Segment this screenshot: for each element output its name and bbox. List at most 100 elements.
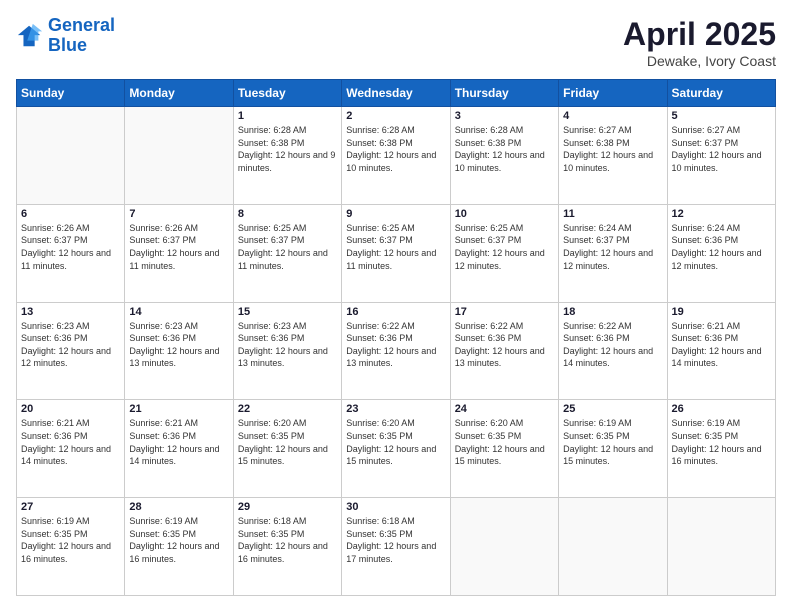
day-info: Sunrise: 6:21 AM Sunset: 6:36 PM Dayligh…	[672, 320, 771, 370]
calendar-cell: 9 Sunrise: 6:25 AM Sunset: 6:37 PM Daylig…	[342, 204, 450, 302]
day-number: 19	[672, 306, 771, 318]
calendar-header-wednesday: Wednesday	[342, 80, 450, 107]
day-info: Sunrise: 6:27 AM Sunset: 6:38 PM Dayligh…	[563, 124, 662, 174]
calendar-cell: 3Sunrise: 6:28 AM Sunset: 6:38 PM Daylig…	[450, 107, 558, 205]
calendar-header-thursday: Thursday	[450, 80, 558, 107]
header: General Blue April 2025 Dewake, Ivory Co…	[16, 16, 776, 69]
day-info: Sunrise: 6:20 AM Sunset: 6:35 PM Dayligh…	[238, 417, 337, 467]
day-number: 12	[672, 208, 771, 220]
day-info: Sunrise: 6:23 AM Sunset: 6:36 PM Dayligh…	[129, 320, 228, 370]
calendar-cell: 30Sunrise: 6:18 AM Sunset: 6:35 PM Dayli…	[342, 498, 450, 596]
calendar-cell: 17 Sunrise: 6:22 AM Sunset: 6:36 PM Dayli…	[450, 302, 558, 400]
calendar-cell: 29 Sunrise: 6:18 AM Sunset: 6:35 PM Dayli…	[233, 498, 341, 596]
calendar-cell: 21 Sunrise: 6:21 AM Sunset: 6:36 PM Dayli…	[125, 400, 233, 498]
day-info: Sunrise: 6:19 AM Sunset: 6:35 PM Dayligh…	[672, 417, 771, 467]
day-info: Sunrise: 6:22 AM Sunset: 6:36 PM Dayligh…	[455, 320, 554, 370]
logo-text: General Blue	[48, 16, 115, 56]
day-number: 11	[563, 208, 662, 220]
subtitle: Dewake, Ivory Coast	[623, 53, 776, 69]
day-number: 16	[346, 306, 445, 318]
day-number: 14	[129, 306, 228, 318]
day-info: Sunrise: 6:19 AM Sunset: 6:35 PM Dayligh…	[21, 515, 120, 565]
logo-icon	[16, 22, 44, 50]
day-number: 21	[129, 403, 228, 415]
day-info: Sunrise: 6:27 AM Sunset: 6:37 PM Dayligh…	[672, 124, 771, 174]
day-info: Sunrise: 6:23 AM Sunset: 6:36 PM Dayligh…	[21, 320, 120, 370]
calendar-cell: 26Sunrise: 6:19 AM Sunset: 6:35 PM Dayli…	[667, 400, 775, 498]
week-row-3: 20 Sunrise: 6:21 AM Sunset: 6:36 PM Dayli…	[17, 400, 776, 498]
day-number: 9	[346, 208, 445, 220]
day-number: 15	[238, 306, 337, 318]
day-info: Sunrise: 6:26 AM Sunset: 6:37 PM Dayligh…	[129, 222, 228, 272]
day-number: 1	[238, 110, 337, 122]
day-number: 3	[455, 110, 554, 122]
calendar-cell: 24 Sunrise: 6:20 AM Sunset: 6:35 PM Dayli…	[450, 400, 558, 498]
week-row-2: 13 Sunrise: 6:23 AM Sunset: 6:36 PM Dayli…	[17, 302, 776, 400]
day-info: Sunrise: 6:19 AM Sunset: 6:35 PM Dayligh…	[563, 417, 662, 467]
day-number: 7	[129, 208, 228, 220]
day-info: Sunrise: 6:25 AM Sunset: 6:37 PM Dayligh…	[455, 222, 554, 272]
day-info: Sunrise: 6:25 AM Sunset: 6:37 PM Dayligh…	[238, 222, 337, 272]
calendar-cell: 14 Sunrise: 6:23 AM Sunset: 6:36 PM Dayli…	[125, 302, 233, 400]
calendar-cell: 8 Sunrise: 6:25 AM Sunset: 6:37 PM Daylig…	[233, 204, 341, 302]
day-number: 4	[563, 110, 662, 122]
logo: General Blue	[16, 16, 115, 56]
calendar-header-tuesday: Tuesday	[233, 80, 341, 107]
calendar-cell: 27Sunrise: 6:19 AM Sunset: 6:35 PM Dayli…	[17, 498, 125, 596]
calendar-cell: 28 Sunrise: 6:19 AM Sunset: 6:35 PM Dayli…	[125, 498, 233, 596]
calendar-table: SundayMondayTuesdayWednesdayThursdayFrid…	[16, 79, 776, 596]
day-info: Sunrise: 6:25 AM Sunset: 6:37 PM Dayligh…	[346, 222, 445, 272]
day-info: Sunrise: 6:23 AM Sunset: 6:36 PM Dayligh…	[238, 320, 337, 370]
calendar-cell: 7 Sunrise: 6:26 AM Sunset: 6:37 PM Daylig…	[125, 204, 233, 302]
week-row-0: 1Sunrise: 6:28 AM Sunset: 6:38 PM Daylig…	[17, 107, 776, 205]
day-info: Sunrise: 6:21 AM Sunset: 6:36 PM Dayligh…	[21, 417, 120, 467]
day-number: 5	[672, 110, 771, 122]
day-number: 18	[563, 306, 662, 318]
day-number: 24	[455, 403, 554, 415]
calendar-cell: 11 Sunrise: 6:24 AM Sunset: 6:37 PM Dayli…	[559, 204, 667, 302]
day-number: 17	[455, 306, 554, 318]
calendar-cell: 25 Sunrise: 6:19 AM Sunset: 6:35 PM Dayli…	[559, 400, 667, 498]
calendar-cell	[17, 107, 125, 205]
day-number: 25	[563, 403, 662, 415]
logo-line1: General	[48, 15, 115, 35]
calendar-cell: 23Sunrise: 6:20 AM Sunset: 6:35 PM Dayli…	[342, 400, 450, 498]
day-number: 22	[238, 403, 337, 415]
calendar-cell	[667, 498, 775, 596]
calendar-cell: 10Sunrise: 6:25 AM Sunset: 6:37 PM Dayli…	[450, 204, 558, 302]
calendar-cell: 6 Sunrise: 6:26 AM Sunset: 6:37 PM Daylig…	[17, 204, 125, 302]
day-number: 6	[21, 208, 120, 220]
day-info: Sunrise: 6:22 AM Sunset: 6:36 PM Dayligh…	[563, 320, 662, 370]
calendar-header-saturday: Saturday	[667, 80, 775, 107]
day-info: Sunrise: 6:20 AM Sunset: 6:35 PM Dayligh…	[455, 417, 554, 467]
day-number: 28	[129, 501, 228, 513]
calendar-cell	[559, 498, 667, 596]
calendar-cell: 15 Sunrise: 6:23 AM Sunset: 6:36 PM Dayli…	[233, 302, 341, 400]
calendar-header-sunday: Sunday	[17, 80, 125, 107]
calendar-cell: 5 Sunrise: 6:27 AM Sunset: 6:37 PM Daylig…	[667, 107, 775, 205]
calendar-cell: 16Sunrise: 6:22 AM Sunset: 6:36 PM Dayli…	[342, 302, 450, 400]
title-block: April 2025 Dewake, Ivory Coast	[623, 16, 776, 69]
day-info: Sunrise: 6:24 AM Sunset: 6:36 PM Dayligh…	[672, 222, 771, 272]
day-info: Sunrise: 6:21 AM Sunset: 6:36 PM Dayligh…	[129, 417, 228, 467]
calendar-header-friday: Friday	[559, 80, 667, 107]
day-number: 23	[346, 403, 445, 415]
calendar-cell: 19 Sunrise: 6:21 AM Sunset: 6:36 PM Dayli…	[667, 302, 775, 400]
calendar-cell: 12 Sunrise: 6:24 AM Sunset: 6:36 PM Dayli…	[667, 204, 775, 302]
day-number: 29	[238, 501, 337, 513]
week-row-4: 27Sunrise: 6:19 AM Sunset: 6:35 PM Dayli…	[17, 498, 776, 596]
day-info: Sunrise: 6:18 AM Sunset: 6:35 PM Dayligh…	[238, 515, 337, 565]
day-number: 8	[238, 208, 337, 220]
day-number: 20	[21, 403, 120, 415]
calendar-cell: 18 Sunrise: 6:22 AM Sunset: 6:36 PM Dayli…	[559, 302, 667, 400]
day-info: Sunrise: 6:19 AM Sunset: 6:35 PM Dayligh…	[129, 515, 228, 565]
calendar-cell	[450, 498, 558, 596]
day-info: Sunrise: 6:24 AM Sunset: 6:37 PM Dayligh…	[563, 222, 662, 272]
calendar-header-monday: Monday	[125, 80, 233, 107]
calendar-cell: 22 Sunrise: 6:20 AM Sunset: 6:35 PM Dayli…	[233, 400, 341, 498]
calendar-header-row: SundayMondayTuesdayWednesdayThursdayFrid…	[17, 80, 776, 107]
logo-line2: Blue	[48, 35, 87, 55]
calendar-cell	[125, 107, 233, 205]
day-number: 13	[21, 306, 120, 318]
day-info: Sunrise: 6:26 AM Sunset: 6:37 PM Dayligh…	[21, 222, 120, 272]
